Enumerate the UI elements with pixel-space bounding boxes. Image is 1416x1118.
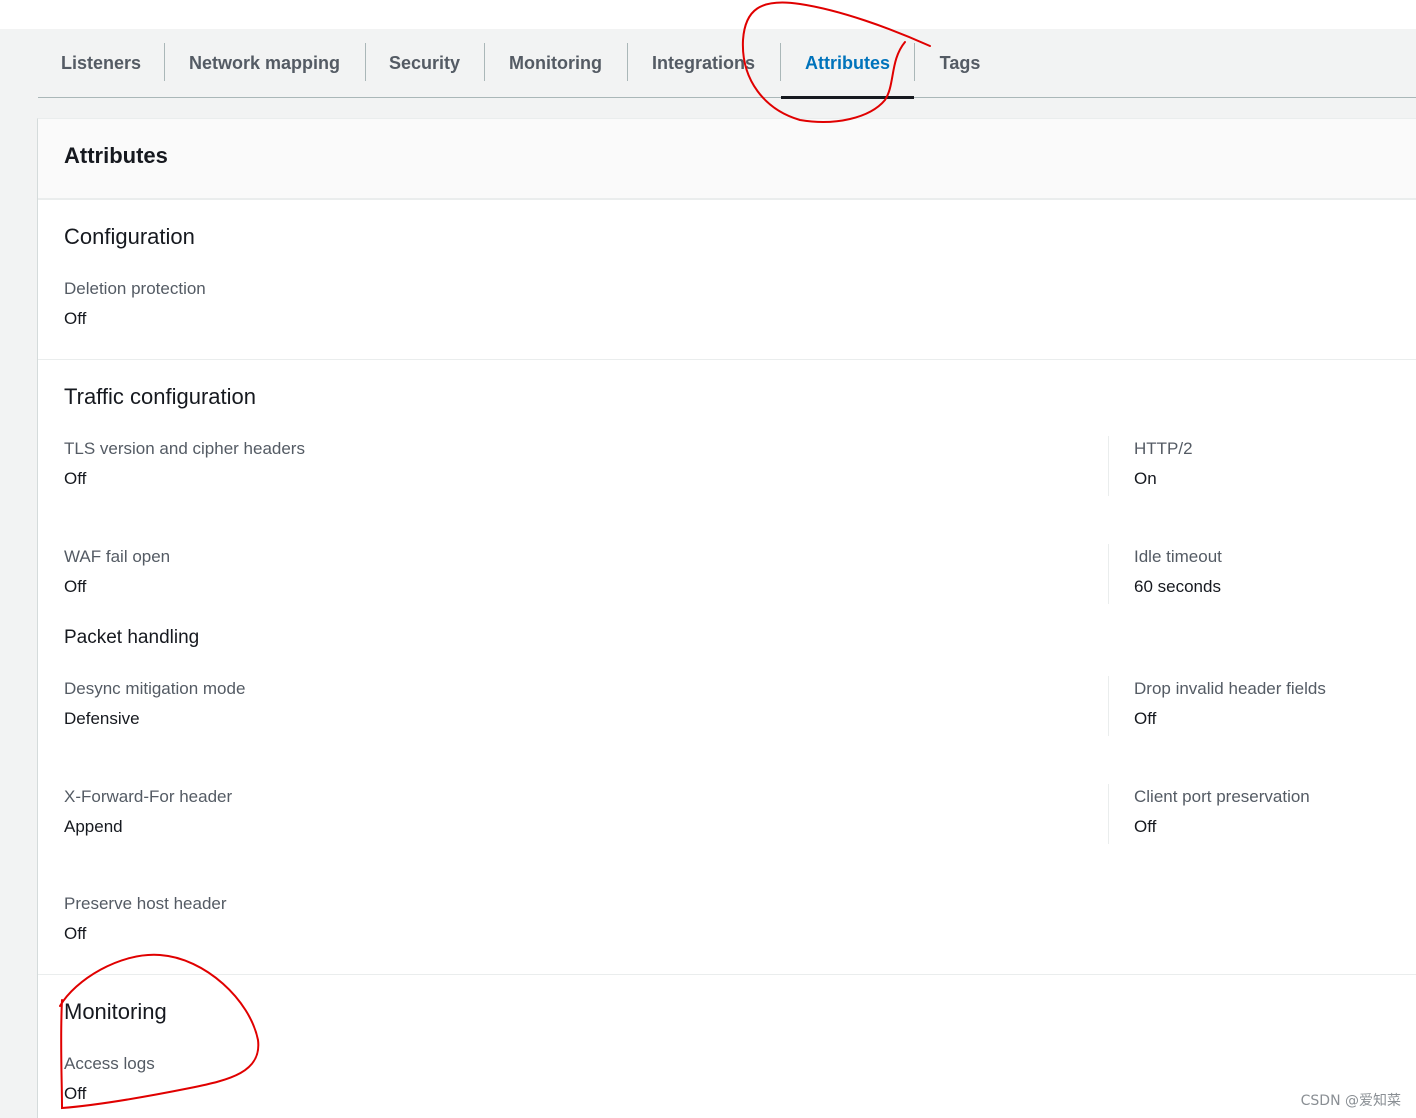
preserve-host-header-label: Preserve host header xyxy=(64,894,227,913)
tab-listeners[interactable]: Listeners xyxy=(38,29,164,98)
tab-network-mapping[interactable]: Network mapping xyxy=(164,29,365,98)
watermark: CSDN @爱知菜 xyxy=(1300,1093,1401,1109)
section-divider xyxy=(38,359,1416,360)
idle-timeout-value: 60 seconds xyxy=(1134,577,1221,596)
column-separator xyxy=(1108,544,1109,604)
waf-fail-open-label: WAF fail open xyxy=(64,547,171,566)
idle-timeout-label: Idle timeout xyxy=(1134,547,1222,566)
xff-header-label: X-Forward-For header xyxy=(64,787,233,806)
preserve-host-header-value: Off xyxy=(64,924,87,943)
section-title-configuration: Configuration xyxy=(64,224,195,249)
desync-mode-value: Defensive xyxy=(64,709,140,728)
attributes-container: Attributes Configuration Deletion protec… xyxy=(37,118,1416,1118)
xff-header-value: Append xyxy=(64,817,123,836)
tab-attributes[interactable]: Attributes xyxy=(781,29,914,99)
page-title: Attributes xyxy=(64,143,168,168)
client-port-preservation-value: Off xyxy=(1134,817,1157,836)
tab-bar: Listeners Network mapping Security Monit… xyxy=(38,29,1416,99)
section-title-monitoring: Monitoring xyxy=(64,999,167,1024)
section-title-traffic-configuration: Traffic configuration xyxy=(64,384,256,409)
deletion-protection-value: Off xyxy=(64,309,87,328)
tls-headers-label: TLS version and cipher headers xyxy=(64,439,305,458)
tab-monitoring[interactable]: Monitoring xyxy=(484,29,627,98)
column-separator xyxy=(1108,676,1109,736)
tab-security[interactable]: Security xyxy=(365,29,484,98)
top-strip xyxy=(0,0,1416,29)
access-logs-value: Off xyxy=(64,1084,87,1103)
waf-fail-open-value: Off xyxy=(64,577,87,596)
client-port-preservation-label: Client port preservation xyxy=(1134,787,1310,806)
drop-invalid-header-label: Drop invalid header fields xyxy=(1134,679,1326,698)
http2-label: HTTP/2 xyxy=(1134,439,1193,458)
deletion-protection-label: Deletion protection xyxy=(64,279,206,298)
tab-integrations[interactable]: Integrations xyxy=(627,29,780,98)
http2-value: On xyxy=(1134,469,1157,488)
drop-invalid-header-value: Off xyxy=(1134,709,1157,728)
section-divider xyxy=(38,974,1416,975)
container-header: Attributes xyxy=(38,119,1416,200)
subsection-title-packet-handling: Packet handling xyxy=(64,627,200,648)
column-separator xyxy=(1108,436,1109,496)
desync-mode-label: Desync mitigation mode xyxy=(64,679,246,698)
column-separator xyxy=(1108,784,1109,844)
tab-tags[interactable]: Tags xyxy=(915,29,1005,98)
access-logs-label: Access logs xyxy=(64,1054,155,1073)
tls-headers-value: Off xyxy=(64,469,87,488)
